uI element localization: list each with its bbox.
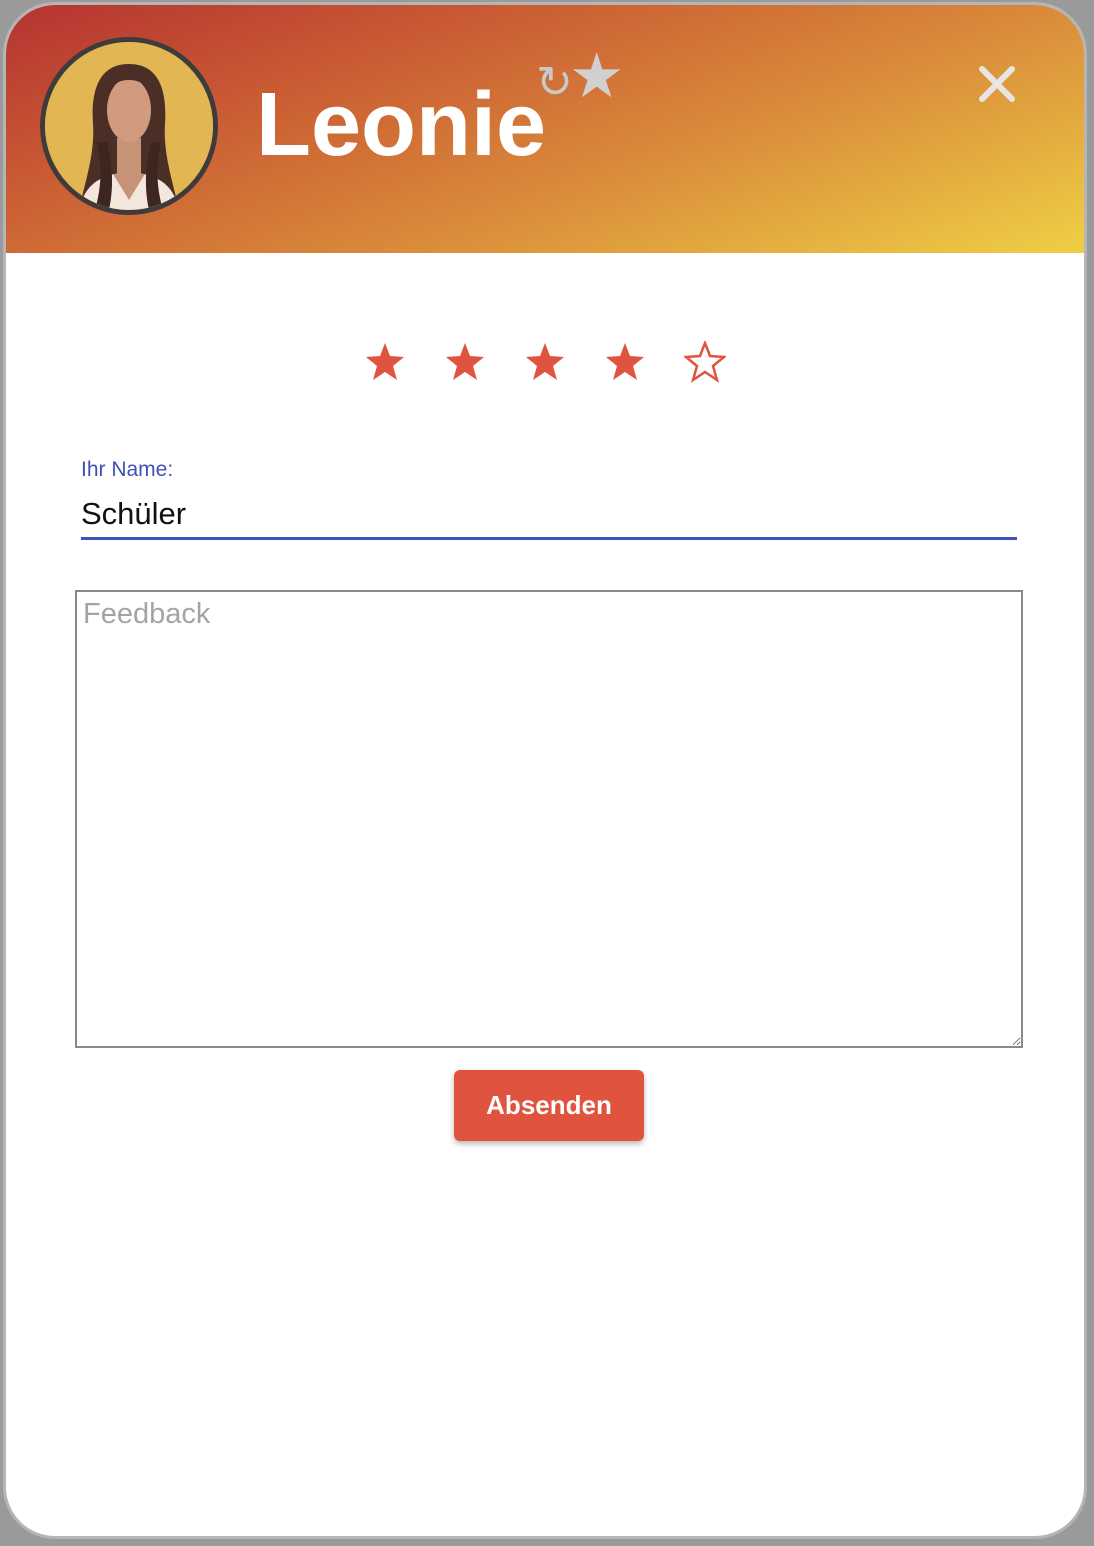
name-field: Ihr Name: bbox=[81, 455, 1017, 540]
rating-star-1[interactable] bbox=[364, 341, 406, 383]
star-rating bbox=[6, 341, 1084, 401]
feedback-textarea[interactable] bbox=[75, 590, 1023, 1048]
star-icon: ★ bbox=[568, 39, 625, 112]
submit-button[interactable]: Absenden bbox=[454, 1070, 644, 1141]
dialog-title: Leonie bbox=[256, 75, 547, 175]
avatar bbox=[40, 37, 218, 215]
rating-star-3[interactable] bbox=[524, 341, 566, 383]
refresh-icon: ↻ bbox=[536, 57, 573, 108]
filled-star-icon bbox=[606, 343, 644, 380]
empty-star-icon bbox=[684, 341, 726, 383]
name-label: Ihr Name: bbox=[81, 458, 174, 481]
rating-star-2[interactable] bbox=[444, 341, 486, 383]
rating-star-4[interactable] bbox=[604, 341, 646, 383]
filled-star-icon bbox=[446, 343, 484, 380]
woman-avatar-icon bbox=[45, 42, 213, 210]
close-icon bbox=[979, 66, 1015, 102]
dialog-header: Leonie ↻ ★ bbox=[6, 5, 1084, 253]
name-input[interactable] bbox=[81, 491, 1017, 540]
favorite-toggle[interactable]: ↻ ★ bbox=[536, 45, 624, 107]
close-button[interactable] bbox=[972, 59, 1022, 109]
rating-star-5[interactable] bbox=[684, 341, 726, 383]
filled-star-icon bbox=[366, 343, 404, 380]
feedback-dialog: Leonie ↻ ★ Ihr Name: Absenden bbox=[3, 2, 1087, 1539]
filled-star-icon bbox=[526, 343, 564, 380]
